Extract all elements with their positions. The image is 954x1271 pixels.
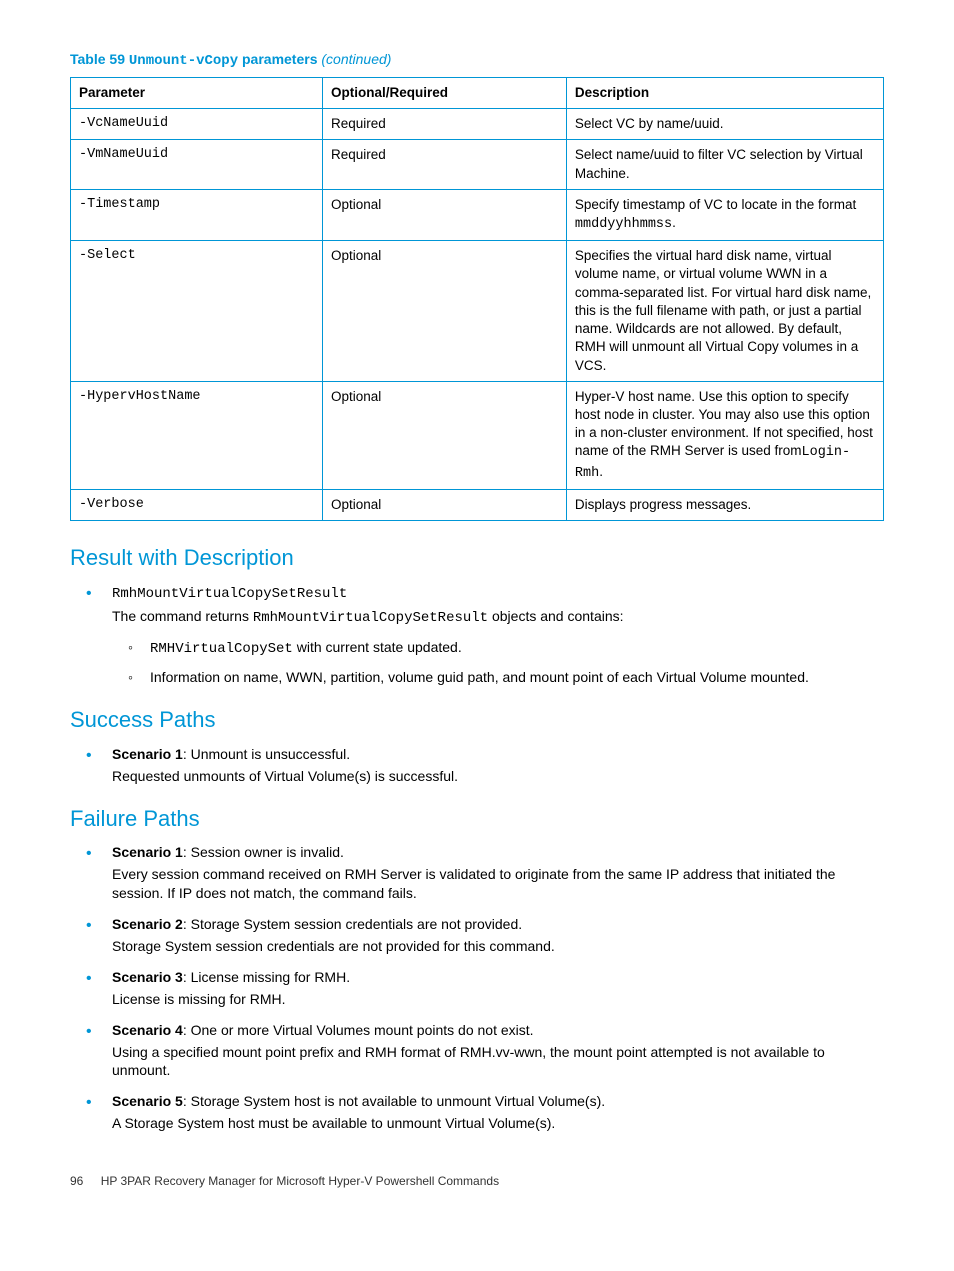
col-parameter: Parameter — [71, 77, 323, 108]
scenario-label: Scenario 1 — [112, 746, 183, 762]
scenario-detail: A Storage System host must be available … — [112, 1114, 884, 1133]
parameters-table: Parameter Optional/Required Description … — [70, 77, 884, 521]
failure-list: Scenario 1: Session owner is invalid. Ev… — [70, 843, 884, 1133]
scenario-detail: Storage System session credentials are n… — [112, 937, 884, 956]
col-description: Description — [566, 77, 883, 108]
page-number: 96 — [70, 1174, 83, 1188]
result-line2: The command returns RmhMountVirtualCopyS… — [112, 607, 884, 628]
heading-result: Result with Description — [70, 543, 884, 573]
scenario-detail: Requested unmounts of Virtual Volume(s) … — [112, 767, 884, 786]
scenario-label: Scenario 4 — [112, 1022, 183, 1038]
param-name: -VcNameUuid — [71, 109, 323, 140]
scenario-detail: Every session command received on RMH Se… — [112, 865, 884, 903]
param-req: Optional — [323, 381, 567, 489]
list-item: Scenario 5: Storage System host is not a… — [98, 1092, 884, 1133]
param-desc: Specifies the virtual hard disk name, vi… — [566, 241, 883, 382]
scenario-label: Scenario 1 — [112, 844, 183, 860]
result-sublist: RMHVirtualCopySet with current state upd… — [112, 638, 884, 688]
table-row: -VcNameUuid Required Select VC by name/u… — [71, 109, 884, 140]
table-row: -VmNameUuid Required Select name/uuid to… — [71, 140, 884, 189]
list-item: Scenario 1: Session owner is invalid. Ev… — [98, 843, 884, 903]
list-item: Scenario 2: Storage System session crede… — [98, 915, 884, 956]
param-req: Optional — [323, 189, 567, 240]
table-command: Unmount-vCopy — [129, 53, 238, 69]
list-item: RMHVirtualCopySet with current state upd… — [140, 638, 884, 659]
param-desc: Hyper-V host name. Use this option to sp… — [566, 381, 883, 489]
scenario-label: Scenario 3 — [112, 969, 183, 985]
table-row: -Verbose Optional Displays progress mess… — [71, 489, 884, 520]
param-name: -Timestamp — [71, 189, 323, 240]
list-item: RmhMountVirtualCopySetResult The command… — [98, 583, 884, 688]
table-continued: (continued) — [321, 51, 391, 67]
list-item: Scenario 1: Unmount is unsuccessful. Req… — [98, 745, 884, 786]
success-list: Scenario 1: Unmount is unsuccessful. Req… — [70, 745, 884, 786]
table-row: -HypervHostName Optional Hyper-V host na… — [71, 381, 884, 489]
param-req: Required — [323, 109, 567, 140]
list-item: Information on name, WWN, partition, vol… — [140, 668, 884, 687]
param-desc: Specify timestamp of VC to locate in the… — [566, 189, 883, 240]
param-desc: Select name/uuid to filter VC selection … — [566, 140, 883, 189]
param-req: Required — [323, 140, 567, 189]
table-row: -Timestamp Optional Specify timestamp of… — [71, 189, 884, 240]
param-name: -Select — [71, 241, 323, 382]
scenario-label: Scenario 2 — [112, 916, 183, 932]
param-name: -VmNameUuid — [71, 140, 323, 189]
scenario-detail: License is missing for RMH. — [112, 990, 884, 1009]
table-row: -Select Optional Specifies the virtual h… — [71, 241, 884, 382]
table-caption: Table 59 Unmount-vCopy parameters (conti… — [70, 50, 884, 71]
result-list: RmhMountVirtualCopySetResult The command… — [70, 583, 884, 688]
heading-success: Success Paths — [70, 705, 884, 735]
list-item: Scenario 3: License missing for RMH. Lic… — [98, 968, 884, 1009]
param-name: -Verbose — [71, 489, 323, 520]
param-req: Optional — [323, 241, 567, 382]
list-item: Scenario 4: One or more Virtual Volumes … — [98, 1021, 884, 1081]
param-desc: Select VC by name/uuid. — [566, 109, 883, 140]
param-name: -HypervHostName — [71, 381, 323, 489]
scenario-label: Scenario 5 — [112, 1093, 183, 1109]
scenario-detail: Using a specified mount point prefix and… — [112, 1043, 884, 1081]
footer-title: HP 3PAR Recovery Manager for Microsoft H… — [101, 1174, 499, 1188]
table-number: Table 59 — [70, 51, 125, 67]
result-mono: RmhMountVirtualCopySetResult — [112, 586, 347, 602]
page-footer: 96 HP 3PAR Recovery Manager for Microsof… — [70, 1173, 884, 1189]
table-params-word: parameters — [238, 51, 321, 67]
param-req: Optional — [323, 489, 567, 520]
col-optional-required: Optional/Required — [323, 77, 567, 108]
param-desc: Displays progress messages. — [566, 489, 883, 520]
heading-failure: Failure Paths — [70, 804, 884, 834]
